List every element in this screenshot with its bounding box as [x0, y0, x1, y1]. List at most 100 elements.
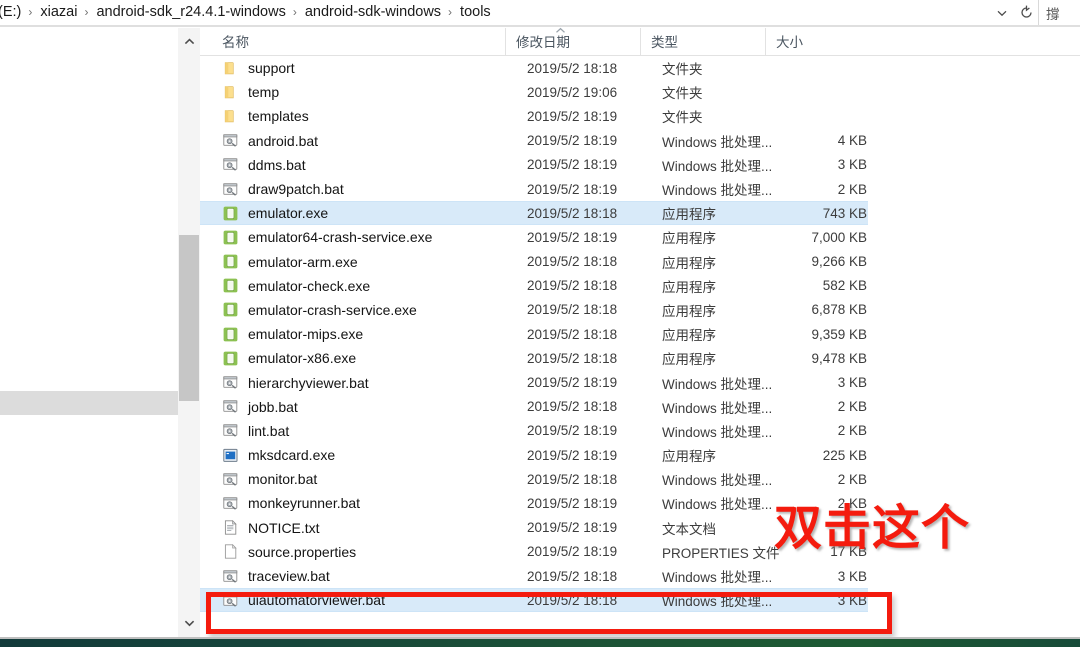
- file-name-cell[interactable]: mksdcard.exe: [200, 447, 527, 464]
- file-name-cell[interactable]: draw9patch.bat: [200, 181, 527, 198]
- file-name-label: monkeyrunner.bat: [248, 495, 361, 512]
- folder-icon: [224, 110, 234, 123]
- breadcrumb-item[interactable]: android-sdk_r24.4.1-windows: [94, 0, 287, 25]
- file-name-cell[interactable]: monkeyrunner.bat: [200, 495, 527, 512]
- table-row[interactable]: support 2019/5/2 18:18 文件夹: [200, 56, 868, 80]
- file-size-cell: 582 KB: [822, 278, 867, 294]
- file-date-cell: 2019/5/2 18:19: [527, 108, 618, 124]
- table-row[interactable]: android.bat 2019/5/2 18:19 Windows 批处理... 4…: [200, 129, 868, 153]
- file-name-cell[interactable]: hierarchyviewer.bat: [200, 374, 527, 391]
- vertical-scrollbar[interactable]: [178, 28, 200, 637]
- file-name-cell[interactable]: templates: [200, 108, 527, 125]
- folder-icon: [224, 61, 234, 74]
- table-row[interactable]: lint.bat 2019/5/2 18:19 Windows 批处理... 2 KB: [200, 419, 868, 443]
- file-type-cell: Windows 批处理...: [662, 183, 773, 199]
- bat-script-icon: [223, 497, 238, 510]
- table-row[interactable]: draw9patch.bat 2019/5/2 18:19 Windows 批处理.…: [200, 177, 868, 201]
- file-name-cell[interactable]: monitor.bat: [200, 471, 527, 488]
- search-input[interactable]: 撐: [1038, 0, 1080, 25]
- file-type-cell: 应用程序: [662, 328, 716, 344]
- file-name-cell[interactable]: emulator-mips.exe: [200, 326, 527, 343]
- table-row[interactable]: uiautomatorviewer.bat 2019/5/2 18:18 Windo…: [200, 588, 868, 613]
- file-date-cell: 2019/5/2 18:18: [527, 568, 618, 584]
- file-name-label: NOTICE.txt: [248, 519, 320, 536]
- emulator-app-icon: [223, 303, 238, 317]
- file-name-label: monitor.bat: [248, 471, 318, 488]
- table-row[interactable]: NOTICE.txt 2019/5/2 18:19 文本文档: [200, 516, 868, 540]
- file-name-cell[interactable]: emulator-arm.exe: [200, 253, 527, 270]
- file-size-cell: 17 KB: [830, 544, 867, 560]
- file-name-cell[interactable]: emulator64-crash-service.exe: [200, 229, 527, 246]
- refresh-icon[interactable]: [1014, 0, 1038, 25]
- file-name-cell[interactable]: source.properties: [200, 543, 527, 560]
- bat-script-icon: [223, 158, 238, 172]
- scrollbar-thumb[interactable]: [179, 235, 199, 401]
- file-name-cell[interactable]: emulator-check.exe: [200, 277, 527, 294]
- file-name-label: support: [248, 60, 295, 77]
- file-name-cell[interactable]: uiautomatorviewer.bat: [200, 592, 527, 609]
- breadcrumb-separator-icon: ›: [84, 5, 89, 19]
- file-name-cell[interactable]: support: [200, 60, 527, 77]
- table-row[interactable]: emulator64-crash-service.exe 2019/5/2 18:…: [200, 225, 868, 249]
- file-name-cell[interactable]: temp: [200, 84, 527, 101]
- file-name-cell[interactable]: emulator-crash-service.exe: [200, 301, 527, 318]
- table-row[interactable]: hierarchyviewer.bat 2019/5/2 18:19 Windows…: [200, 370, 868, 394]
- table-row[interactable]: jobb.bat 2019/5/2 18:18 Windows 批处理... 2 KB: [200, 395, 868, 419]
- column-header-type[interactable]: 类型: [640, 28, 765, 56]
- chevron-down-icon[interactable]: [990, 0, 1014, 25]
- chevron-down-icon[interactable]: [178, 613, 200, 633]
- chevron-up-icon[interactable]: [178, 32, 200, 52]
- file-name-label: jobb.bat: [248, 398, 298, 415]
- table-row[interactable]: emulator-x86.exe 2019/5/2 18:18 应用程序 9,478 …: [200, 346, 868, 370]
- file-name-cell[interactable]: ddms.bat: [200, 156, 527, 173]
- table-row[interactable]: emulator-mips.exe 2019/5/2 18:18 应用程序 9,359…: [200, 322, 868, 346]
- navigation-pane[interactable]: [0, 28, 178, 637]
- column-header-date[interactable]: 修改日期: [505, 28, 640, 56]
- file-date-cell: 2019/5/2 18:18: [527, 399, 618, 415]
- table-row[interactable]: templates 2019/5/2 18:19 文件夹: [200, 104, 868, 128]
- file-name-label: traceview.bat: [248, 568, 330, 585]
- bat-script-icon: [223, 424, 238, 438]
- file-name-label: emulator.exe: [248, 205, 329, 222]
- table-row[interactable]: mksdcard.exe 2019/5/2 18:19 应用程序 225 KB: [200, 443, 868, 467]
- file-name-label: templates: [248, 108, 309, 125]
- file-name-cell[interactable]: traceview.bat: [200, 568, 527, 585]
- file-size-cell: 6,878 KB: [811, 302, 867, 318]
- column-header-name[interactable]: 名称: [200, 27, 565, 56]
- nav-selected-item[interactable]: [0, 391, 178, 415]
- file-name-cell[interactable]: jobb.bat: [200, 398, 527, 415]
- file-type-cell: Windows 批处理...: [662, 376, 773, 392]
- file-date-cell: 2019/5/2 18:18: [527, 205, 618, 221]
- table-row[interactable]: source.properties 2019/5/2 18:19 PROPERTIE…: [200, 540, 868, 564]
- table-row[interactable]: emulator-arm.exe 2019/5/2 18:18 应用程序 9,266 …: [200, 250, 868, 274]
- file-name-label: emulator-check.exe: [248, 277, 371, 294]
- table-row[interactable]: monkeyrunner.bat 2019/5/2 18:19 Windows 批处…: [200, 491, 868, 515]
- file-list-pane[interactable]: 名称 修改日期 类型 大小 support 2019/5/2 18:18 文件夹 te…: [200, 27, 1080, 637]
- file-name-cell[interactable]: emulator.exe: [200, 205, 527, 222]
- file-type-cell: Windows 批处理...: [662, 400, 773, 416]
- table-row[interactable]: ddms.bat 2019/5/2 18:19 Windows 批处理... 3 KB: [200, 153, 868, 177]
- breadcrumb-item[interactable]: (E:): [0, 0, 23, 25]
- file-name-label: hierarchyviewer.bat: [248, 374, 369, 391]
- breadcrumb-item[interactable]: xiazai: [38, 0, 79, 25]
- emulator-app-icon: [223, 230, 238, 245]
- address-bar[interactable]: (E:) › xiazai › android-sdk_r24.4.1-windows ›…: [0, 0, 1080, 25]
- table-row[interactable]: emulator.exe 2019/5/2 18:18 应用程序 743 KB: [200, 201, 868, 226]
- file-name-cell[interactable]: emulator-x86.exe: [200, 350, 527, 367]
- file-date-cell: 2019/5/2 18:19: [527, 133, 618, 149]
- file-name-cell[interactable]: NOTICE.txt: [200, 519, 527, 536]
- table-row[interactable]: monitor.bat 2019/5/2 18:18 Windows 批处理... 2…: [200, 467, 868, 491]
- breadcrumb-item[interactable]: tools: [458, 0, 493, 25]
- column-header-size[interactable]: 大小: [765, 28, 865, 56]
- file-type-cell: 应用程序: [662, 449, 716, 465]
- breadcrumb-item[interactable]: android-sdk-windows: [303, 0, 443, 25]
- bat-script-icon: [223, 473, 238, 486]
- table-row[interactable]: emulator-crash-service.exe 2019/5/2 18:18…: [200, 298, 868, 322]
- breadcrumb[interactable]: (E:) › xiazai › android-sdk_r24.4.1-windows ›…: [0, 0, 990, 25]
- table-row[interactable]: temp 2019/5/2 19:06 文件夹: [200, 80, 868, 104]
- file-date-cell: 2019/5/2 18:19: [527, 375, 618, 391]
- file-name-cell[interactable]: android.bat: [200, 132, 527, 149]
- table-row[interactable]: emulator-check.exe 2019/5/2 18:18 应用程序 582 …: [200, 274, 868, 298]
- table-row[interactable]: traceview.bat 2019/5/2 18:18 Windows 批处理..…: [200, 564, 868, 588]
- file-name-cell[interactable]: lint.bat: [200, 422, 527, 439]
